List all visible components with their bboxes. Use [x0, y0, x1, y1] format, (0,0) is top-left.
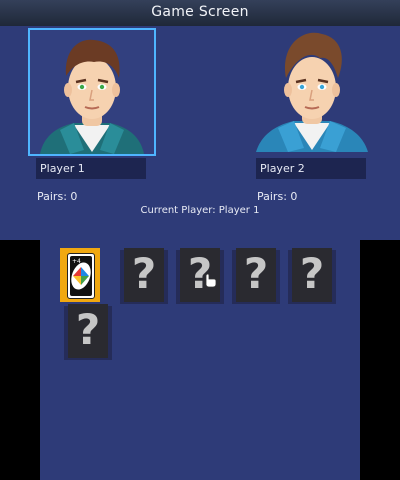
- card-6[interactable]: ?: [68, 304, 108, 358]
- svg-text:+4: +4: [72, 258, 81, 265]
- player-2-avatar: [250, 28, 374, 152]
- bottom-screen: +4 ? ? ? ? ?: [0, 240, 400, 480]
- card-4[interactable]: ?: [236, 248, 276, 302]
- card-5[interactable]: ?: [292, 248, 332, 302]
- title-bar: Game Screen: [0, 0, 400, 26]
- player-1-name: Player 1: [36, 158, 146, 179]
- player-1-avatar: [28, 28, 156, 156]
- card-back-question-mark: ?: [243, 249, 269, 298]
- card-board: +4 ? ? ? ? ?: [40, 240, 360, 480]
- player-1-eye: [79, 84, 85, 90]
- card-3[interactable]: ?: [180, 248, 220, 302]
- card-back-question-mark: ?: [299, 249, 325, 298]
- card-1[interactable]: +4: [60, 248, 100, 302]
- top-screen: Game Screen Player 1 Player 2 Pairs: 0 P…: [0, 0, 400, 240]
- hand-pointer-icon: [205, 273, 217, 288]
- player-2-pairs: Pairs: 0: [257, 190, 298, 203]
- player-2-name: Player 2: [256, 158, 366, 179]
- current-player-label: Current Player: Player 1: [140, 205, 260, 216]
- card-2[interactable]: ?: [124, 248, 164, 302]
- card-back-question-mark: ?: [131, 249, 157, 298]
- player-1-pairs: Pairs: 0: [37, 190, 78, 203]
- card-back-question-mark: ?: [75, 305, 101, 354]
- wild-card-icon: +4: [67, 253, 95, 299]
